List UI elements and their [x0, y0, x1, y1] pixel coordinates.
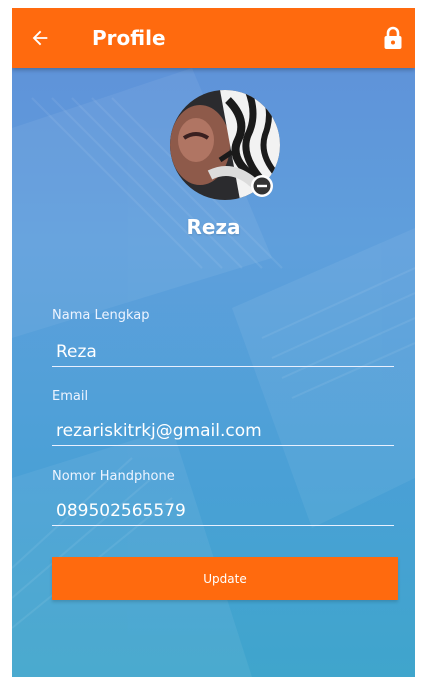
lock-icon — [384, 26, 402, 49]
email-label: Email — [52, 389, 89, 404]
arrow-left-icon — [32, 30, 48, 46]
avatar-container — [170, 90, 280, 200]
update-button[interactable]: Update — [52, 557, 398, 600]
app-bar: Profile — [12, 8, 415, 68]
phone-label: Nomor Handphone — [52, 469, 175, 484]
back-button[interactable] — [24, 22, 56, 54]
phone-input[interactable] — [52, 496, 394, 526]
minus-circle-icon — [251, 175, 273, 197]
email-input[interactable] — [52, 416, 394, 446]
profile-name: Reza — [186, 215, 241, 239]
full-name-input[interactable] — [52, 337, 394, 367]
remove-photo-button[interactable] — [250, 174, 274, 198]
profile-screen: Profile Reza Nama Lengkap Reza Email rez… — [12, 8, 415, 677]
page-title: Profile — [92, 26, 166, 50]
lock-button[interactable] — [379, 23, 407, 53]
full-name-label: Nama Lengkap — [52, 308, 150, 323]
